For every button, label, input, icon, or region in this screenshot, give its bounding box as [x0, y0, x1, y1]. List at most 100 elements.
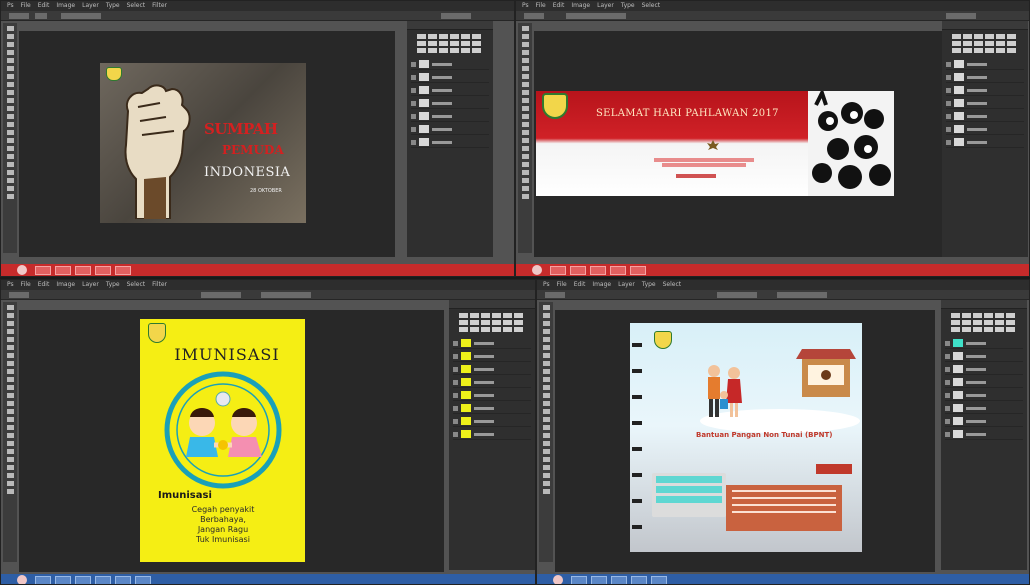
taskbar-app[interactable]	[630, 265, 646, 275]
menu-select[interactable]: Select	[642, 1, 661, 11]
layer-row[interactable]	[946, 85, 1024, 96]
taskbar-app[interactable]	[610, 265, 626, 275]
taskbar-app[interactable]	[590, 265, 606, 275]
taskbar	[516, 264, 1029, 276]
menu-file[interactable]: File	[21, 280, 31, 290]
menu-type[interactable]: Type	[621, 1, 635, 11]
hari-pahlawan-banner: SELAMAT HARI PAHLAWAN 2017	[536, 91, 894, 196]
menu-edit[interactable]: Edit	[38, 280, 50, 290]
menu-select[interactable]: Select	[127, 1, 146, 11]
tools-panel[interactable]	[3, 23, 17, 253]
menu-layer[interactable]: Layer	[82, 1, 99, 11]
start-button[interactable]	[17, 265, 27, 275]
layer-row[interactable]	[453, 351, 531, 362]
menu-image[interactable]: Image	[571, 1, 590, 11]
menu-edit[interactable]: Edit	[38, 1, 50, 11]
layer-row[interactable]	[945, 390, 1023, 401]
taskbar-app[interactable]	[75, 265, 91, 275]
layer-row[interactable]	[453, 338, 531, 349]
taskbar-app[interactable]	[35, 265, 51, 275]
menu-edit[interactable]: Edit	[574, 280, 586, 290]
layer-row[interactable]	[945, 416, 1023, 427]
layer-row[interactable]	[411, 124, 489, 135]
menu-edit[interactable]: Edit	[553, 1, 565, 11]
layer-row[interactable]	[946, 98, 1024, 109]
heroes-crowd-illustration	[808, 91, 894, 196]
layers-panel[interactable]	[449, 300, 535, 570]
taskbar-app[interactable]	[571, 575, 587, 584]
layers-panel[interactable]	[941, 300, 1027, 570]
taskbar-app[interactable]	[95, 265, 111, 275]
menu-image[interactable]: Image	[56, 1, 75, 11]
ps-logo[interactable]: Ps	[522, 1, 529, 11]
layer-row[interactable]	[453, 390, 531, 401]
taskbar-app[interactable]	[611, 575, 627, 584]
layer-row[interactable]	[411, 72, 489, 83]
layer-row[interactable]	[453, 364, 531, 375]
layer-row[interactable]	[945, 377, 1023, 388]
taskbar-app[interactable]	[591, 575, 607, 584]
menu-file[interactable]: File	[536, 1, 546, 11]
menu-layer[interactable]: Layer	[82, 280, 99, 290]
taskbar	[1, 574, 535, 584]
menu-filter[interactable]: Filter	[152, 1, 167, 11]
layer-row[interactable]	[453, 403, 531, 414]
layer-row[interactable]	[945, 364, 1023, 375]
menu-image[interactable]: Image	[592, 280, 611, 290]
taskbar-app[interactable]	[135, 575, 151, 584]
start-button[interactable]	[17, 575, 27, 584]
layer-row[interactable]	[946, 59, 1024, 70]
taskbar-app[interactable]	[95, 575, 111, 584]
ps-logo[interactable]: Ps	[543, 280, 550, 290]
menu-file[interactable]: File	[21, 1, 31, 11]
layers-panel[interactable]	[407, 21, 493, 257]
taskbar-app[interactable]	[115, 265, 131, 275]
menu-select[interactable]: Select	[127, 280, 146, 290]
menu-type[interactable]: Type	[106, 280, 120, 290]
tools-panel[interactable]	[3, 302, 17, 562]
layer-row[interactable]	[411, 98, 489, 109]
layer-row[interactable]	[411, 111, 489, 122]
headline-indonesia: INDONESIA	[204, 165, 291, 180]
ps-logo[interactable]: Ps	[7, 1, 14, 11]
layer-row[interactable]	[945, 429, 1023, 440]
menu-image[interactable]: Image	[56, 280, 75, 290]
taskbar-app[interactable]	[55, 575, 71, 584]
menu-select[interactable]: Select	[663, 280, 682, 290]
taskbar-app[interactable]	[550, 265, 566, 275]
layer-row[interactable]	[453, 429, 531, 440]
taskbar-app[interactable]	[75, 575, 91, 584]
start-button[interactable]	[532, 265, 542, 275]
layer-row[interactable]	[946, 137, 1024, 148]
taskbar-app[interactable]	[570, 265, 586, 275]
taskbar-app[interactable]	[115, 575, 131, 584]
layer-row[interactable]	[411, 59, 489, 70]
layer-row[interactable]	[946, 72, 1024, 83]
taskbar-app[interactable]	[651, 575, 667, 584]
menu-type[interactable]: Type	[106, 1, 120, 11]
ps-logo[interactable]: Ps	[7, 280, 14, 290]
layer-row[interactable]	[945, 338, 1023, 349]
layer-row[interactable]	[945, 403, 1023, 414]
menu-layer[interactable]: Layer	[597, 1, 614, 11]
layer-row[interactable]	[945, 351, 1023, 362]
layer-row[interactable]	[453, 377, 531, 388]
layer-row[interactable]	[411, 137, 489, 148]
regional-emblem	[148, 323, 166, 343]
taskbar-app[interactable]	[55, 265, 71, 275]
start-button[interactable]	[553, 575, 563, 584]
menu-filter[interactable]: Filter	[152, 280, 167, 290]
taskbar-app[interactable]	[35, 575, 51, 584]
tools-panel[interactable]	[539, 302, 553, 562]
menu-file[interactable]: File	[557, 280, 567, 290]
options-bar	[1, 290, 535, 300]
layer-row[interactable]	[946, 124, 1024, 135]
taskbar-app[interactable]	[631, 575, 647, 584]
tools-panel[interactable]	[518, 23, 532, 253]
layer-row[interactable]	[411, 85, 489, 96]
menu-layer[interactable]: Layer	[618, 280, 635, 290]
layers-panel[interactable]	[942, 21, 1028, 257]
layer-row[interactable]	[453, 416, 531, 427]
layer-row[interactable]	[946, 111, 1024, 122]
menu-type[interactable]: Type	[642, 280, 656, 290]
